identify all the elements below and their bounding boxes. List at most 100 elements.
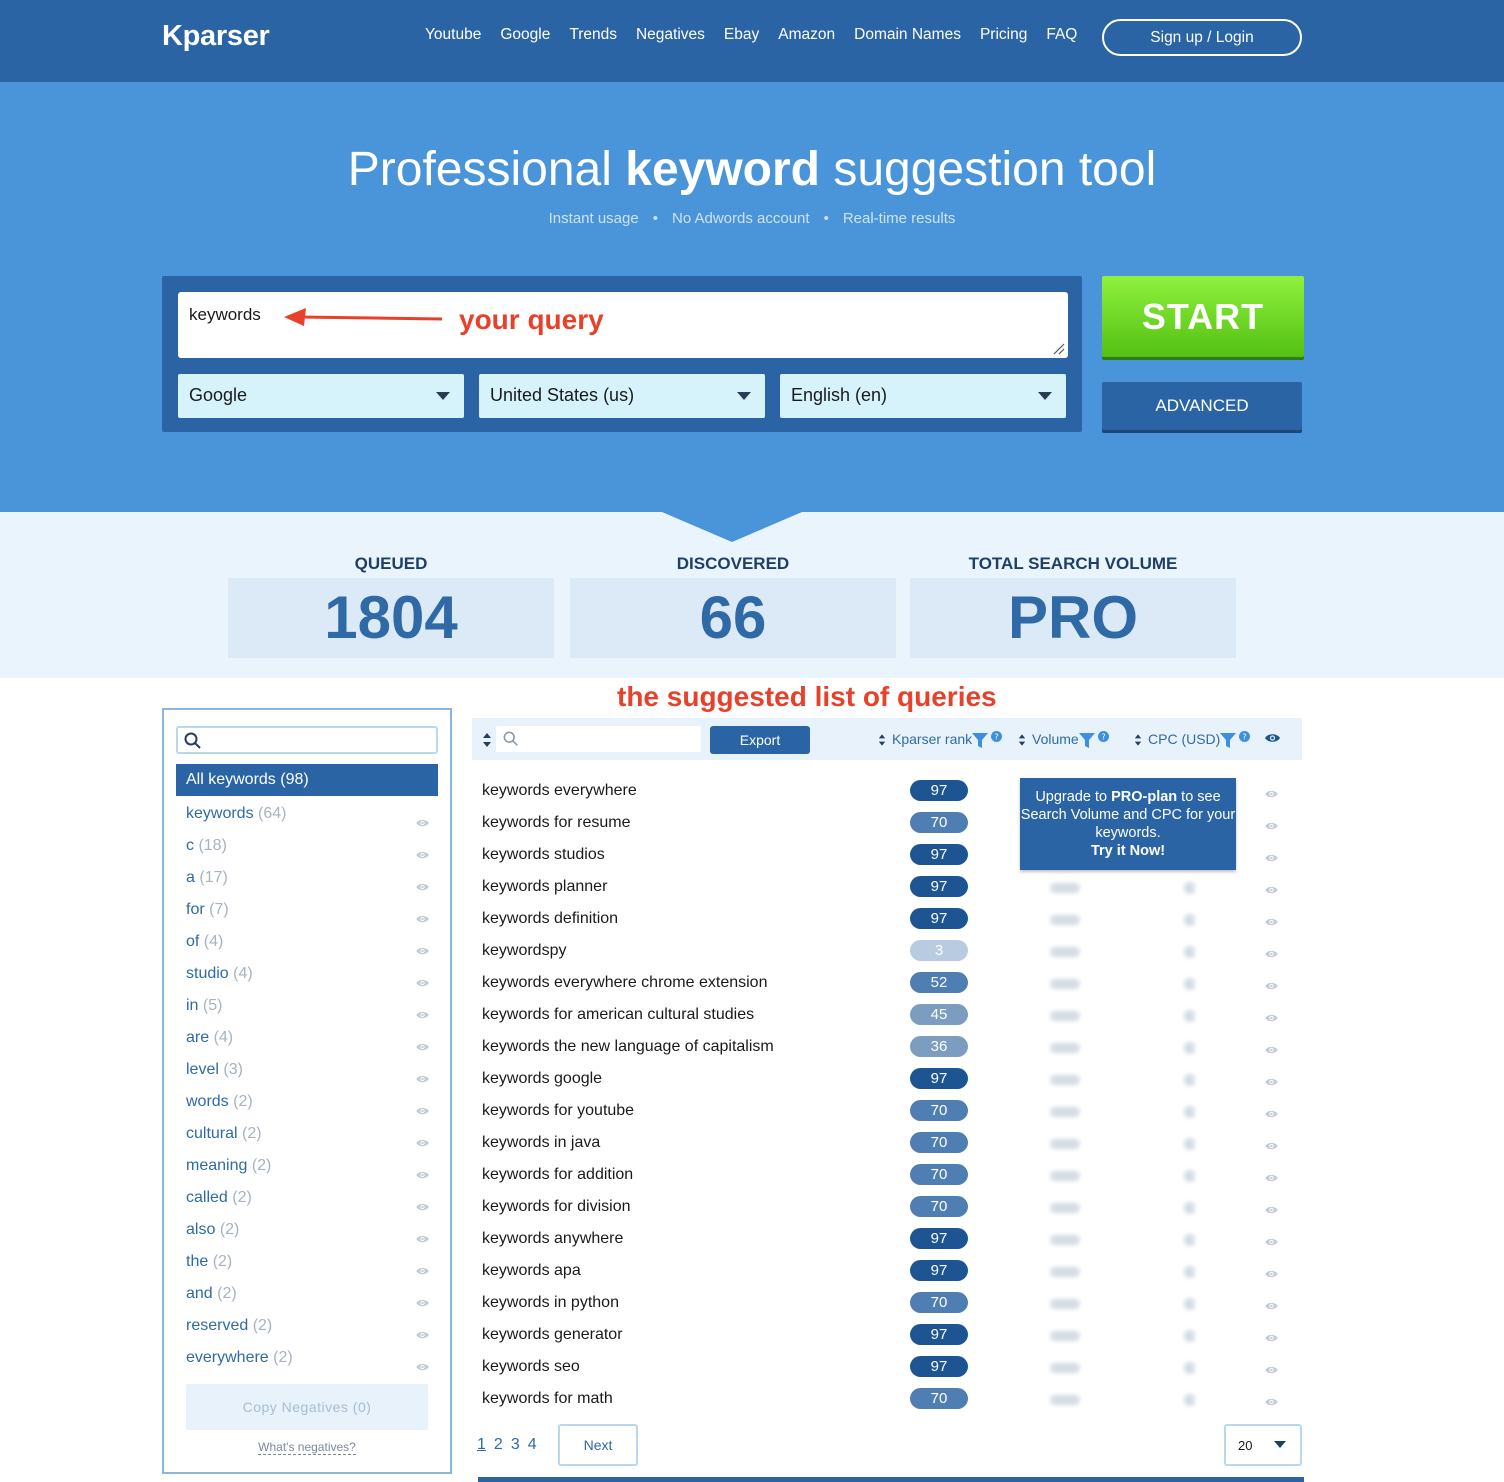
- nav-youtube[interactable]: Youtube: [425, 26, 481, 44]
- filter-item-called[interactable]: called (2): [186, 1184, 436, 1212]
- filter-icon[interactable]: [972, 732, 989, 748]
- filter-search-input[interactable]: [176, 726, 438, 754]
- table-row[interactable]: keywords generator 97: [472, 1319, 1302, 1351]
- keyword-text[interactable]: keywords definition: [482, 910, 618, 928]
- eye-icon[interactable]: [1264, 1266, 1279, 1284]
- nav-pricing[interactable]: Pricing: [980, 26, 1027, 44]
- filter-item-reserved[interactable]: reserved (2): [186, 1312, 436, 1340]
- help-icon[interactable]: ?: [1097, 731, 1109, 742]
- filter-item-cultural[interactable]: cultural (2): [186, 1120, 436, 1148]
- table-row[interactable]: keywords planner 97: [472, 871, 1302, 903]
- filter-item-c[interactable]: c (18): [186, 832, 436, 860]
- keyword-text[interactable]: keywords everywhere: [482, 782, 637, 800]
- page-1[interactable]: 1: [477, 1436, 486, 1453]
- keyword-text[interactable]: keywords for math: [482, 1390, 613, 1408]
- table-row[interactable]: keywords for division 70: [472, 1191, 1302, 1223]
- table-row[interactable]: keywords in python 70: [472, 1287, 1302, 1319]
- nav-google[interactable]: Google: [500, 26, 550, 44]
- resize-grip-icon[interactable]: [1051, 341, 1065, 355]
- filter-icon[interactable]: [1220, 732, 1237, 748]
- keyword-text[interactable]: keywordspy: [482, 942, 566, 960]
- keyword-text[interactable]: keywords google: [482, 1070, 602, 1088]
- keyword-text[interactable]: keywords for addition: [482, 1166, 633, 1184]
- filter-item-everywhere[interactable]: everywhere (2): [186, 1344, 436, 1372]
- table-row[interactable]: keywords for youtube 70: [472, 1095, 1302, 1127]
- eye-icon[interactable]: [415, 1354, 430, 1382]
- language-select[interactable]: English (en): [780, 374, 1066, 418]
- signup-login-button[interactable]: Sign up / Login: [1102, 19, 1302, 56]
- per-page-select[interactable]: 20: [1224, 1424, 1302, 1466]
- page-4[interactable]: 4: [528, 1436, 537, 1453]
- table-row[interactable]: keywords definition 97: [472, 903, 1302, 935]
- filter-item-keywords[interactable]: keywords (64): [186, 800, 436, 828]
- help-icon[interactable]: ?: [991, 731, 1003, 742]
- eye-icon[interactable]: [1264, 882, 1279, 900]
- eye-icon[interactable]: [1264, 1362, 1279, 1380]
- keyword-text[interactable]: keywords planner: [482, 878, 607, 896]
- eye-icon[interactable]: [1264, 1202, 1279, 1220]
- keyword-text[interactable]: keywords in java: [482, 1134, 600, 1152]
- search-engine-select[interactable]: Google: [178, 374, 464, 418]
- table-row[interactable]: keywords apa 97: [472, 1255, 1302, 1287]
- filter-item-level[interactable]: level (3): [186, 1056, 436, 1084]
- eye-icon[interactable]: [1264, 1394, 1279, 1412]
- filter-item-studio[interactable]: studio (4): [186, 960, 436, 988]
- filter-item-for[interactable]: for (7): [186, 896, 436, 924]
- table-row[interactable]: keywordspy 3: [472, 935, 1302, 967]
- export-button[interactable]: Export: [710, 726, 810, 754]
- filter-item-and[interactable]: and (2): [186, 1280, 436, 1308]
- help-icon[interactable]: ?: [1239, 731, 1251, 742]
- eye-icon[interactable]: [1264, 786, 1279, 804]
- eye-icon[interactable]: [1264, 732, 1281, 744]
- filter-item-meaning[interactable]: meaning (2): [186, 1152, 436, 1180]
- sort-icon[interactable]: [482, 732, 492, 748]
- upgrade-pro-popup[interactable]: Upgrade to PRO-plan to see Search Volume…: [1020, 778, 1236, 870]
- whats-negatives-link[interactable]: What's negatives?: [164, 1440, 450, 1455]
- keyword-text[interactable]: keywords anywhere: [482, 1230, 623, 1248]
- eye-icon[interactable]: [1264, 1010, 1279, 1028]
- keyword-text[interactable]: keywords studios: [482, 846, 605, 864]
- nav-negatives[interactable]: Negatives: [636, 26, 705, 44]
- eye-icon[interactable]: [1264, 1330, 1279, 1348]
- table-row[interactable]: keywords for math 70: [472, 1383, 1302, 1415]
- filter-item-in[interactable]: in (5): [186, 992, 436, 1020]
- upgrade-cta[interactable]: Try it Now!: [1091, 843, 1165, 859]
- page-2[interactable]: 2: [494, 1436, 503, 1453]
- column-kparser-rank[interactable]: Kparser rank?: [878, 731, 1003, 748]
- table-row[interactable]: keywords for american cultural studies 45: [472, 999, 1302, 1031]
- keyword-text[interactable]: keywords for american cultural studies: [482, 1006, 754, 1024]
- column-cpc[interactable]: CPC (USD)?: [1134, 731, 1251, 748]
- eye-icon[interactable]: [1264, 1106, 1279, 1124]
- keyword-text[interactable]: keywords for resume: [482, 814, 631, 832]
- filter-item-words[interactable]: words (2): [186, 1088, 436, 1116]
- start-button[interactable]: START: [1102, 276, 1304, 357]
- nav-ebay[interactable]: Ebay: [724, 26, 759, 44]
- eye-icon[interactable]: [1264, 1138, 1279, 1156]
- keyword-text[interactable]: keywords in python: [482, 1294, 619, 1312]
- table-row[interactable]: keywords google 97: [472, 1063, 1302, 1095]
- keyword-text[interactable]: keywords apa: [482, 1262, 581, 1280]
- keyword-text[interactable]: keywords for youtube: [482, 1102, 634, 1120]
- table-row[interactable]: keywords in java 70: [472, 1127, 1302, 1159]
- keyword-text[interactable]: keywords everywhere chrome extension: [482, 974, 767, 992]
- eye-icon[interactable]: [1264, 818, 1279, 836]
- eye-icon[interactable]: [1264, 1042, 1279, 1060]
- nav-domain-names[interactable]: Domain Names: [854, 26, 961, 44]
- keyword-text[interactable]: keywords for division: [482, 1198, 631, 1216]
- nav-amazon[interactable]: Amazon: [778, 26, 835, 44]
- page-3[interactable]: 3: [511, 1436, 520, 1453]
- nav-trends[interactable]: Trends: [569, 26, 617, 44]
- eye-icon[interactable]: [1264, 850, 1279, 868]
- next-page-button[interactable]: Next: [558, 1424, 638, 1466]
- column-volume[interactable]: Volume?: [1018, 731, 1109, 748]
- filter-item-a[interactable]: a (17): [186, 864, 436, 892]
- table-row[interactable]: keywords for addition 70: [472, 1159, 1302, 1191]
- eye-icon[interactable]: [1264, 1170, 1279, 1188]
- keyword-text[interactable]: keywords generator: [482, 1326, 623, 1344]
- eye-icon[interactable]: [1264, 914, 1279, 932]
- filter-item-the[interactable]: the (2): [186, 1248, 436, 1276]
- table-row[interactable]: keywords anywhere 97: [472, 1223, 1302, 1255]
- filter-item-of[interactable]: of (4): [186, 928, 436, 956]
- table-row[interactable]: keywords seo 97: [472, 1351, 1302, 1383]
- eye-icon[interactable]: [1264, 1298, 1279, 1316]
